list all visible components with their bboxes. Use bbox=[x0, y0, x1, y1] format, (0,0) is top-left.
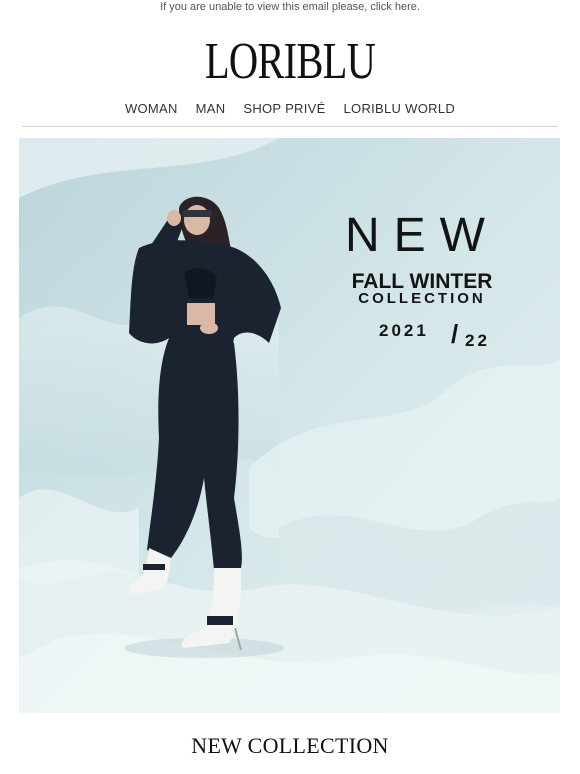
hero-year-right: 22 bbox=[465, 331, 490, 350]
nav-item-woman[interactable]: WOMAN bbox=[125, 101, 178, 116]
main-nav: WOMAN MAN SHOP PRIVÉ LORIBLU WORLD bbox=[0, 100, 580, 118]
hero-year-left: 2021 bbox=[379, 321, 429, 340]
preheader-text: If you are unable to view this email ple… bbox=[160, 1, 371, 13]
nav-divider bbox=[22, 126, 558, 127]
nav-item-loriblu-world[interactable]: LORIBLU WORLD bbox=[344, 101, 456, 116]
nav-item-shop-prive[interactable]: SHOP PRIVÉ bbox=[243, 101, 325, 116]
hero-image: NEW FALL WINTER COLLECTION 2021 / 22 bbox=[19, 138, 560, 713]
view-in-browser-link[interactable]: click here. bbox=[370, 1, 420, 13]
hero-headline: NEW bbox=[345, 209, 499, 262]
hero-subhead-line2: COLLECTION bbox=[358, 290, 486, 307]
preheader: If you are unable to view this email ple… bbox=[0, 0, 580, 14]
section-title: NEW COLLECTION bbox=[191, 733, 389, 758]
hero-banner[interactable]: NEW FALL WINTER COLLECTION 2021 / 22 bbox=[19, 138, 560, 713]
nav-item-man[interactable]: MAN bbox=[196, 101, 226, 116]
brand-logo[interactable]: LORIBLU bbox=[64, 34, 516, 90]
hero-year-slash: / bbox=[451, 319, 458, 349]
